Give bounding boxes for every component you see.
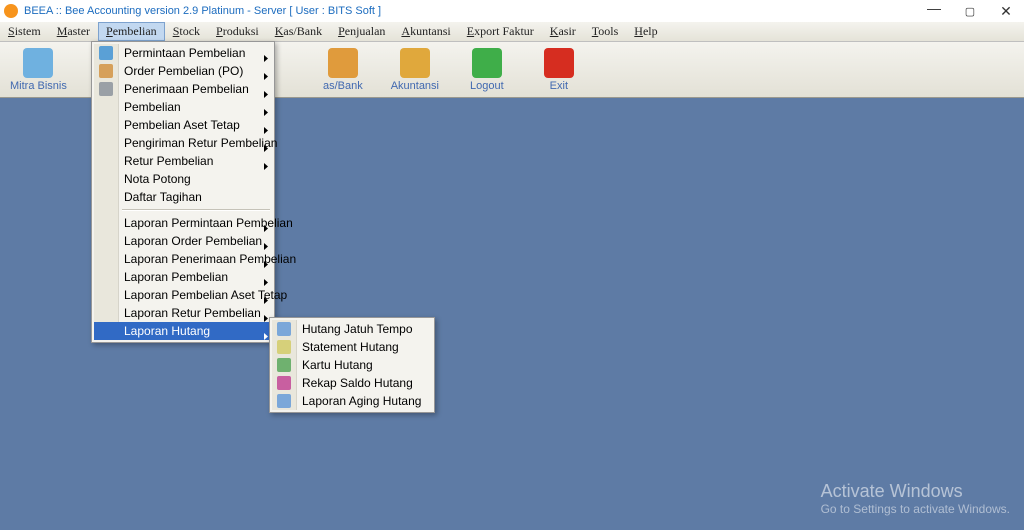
menu-item-retur-pembelian[interactable]: Retur Pembelian xyxy=(94,152,272,170)
submenu-arrow-icon xyxy=(264,67,268,74)
menu-stock[interactable]: Stock xyxy=(165,22,208,41)
submenu-item-laporan-aging-hutang[interactable]: Laporan Aging Hutang xyxy=(272,392,432,410)
submenu-arrow-icon xyxy=(264,327,268,334)
minimize-button[interactable]: — xyxy=(916,0,952,19)
watermark-subtitle: Go to Settings to activate Windows. xyxy=(821,502,1010,516)
submenu-arrow-icon xyxy=(264,309,268,316)
toolbar-icon xyxy=(472,48,502,78)
submenu-laporan-hutang: Hutang Jatuh TempoStatement HutangKartu … xyxy=(269,317,435,413)
toolbar-item-exit[interactable]: Exit xyxy=(523,42,595,97)
menu-produksi[interactable]: Produksi xyxy=(208,22,267,41)
submenu-arrow-icon xyxy=(264,139,268,146)
menu-exportfaktur[interactable]: Export Faktur xyxy=(459,22,542,41)
menu-item-permintaan-pembelian[interactable]: Permintaan Pembelian xyxy=(94,44,272,62)
submenu-arrow-icon xyxy=(264,103,268,110)
menu-item-laporan-pembelian-aset-tetap[interactable]: Laporan Pembelian Aset Tetap xyxy=(94,286,272,304)
toolbar-item-asbank[interactable]: as/Bank xyxy=(307,42,379,97)
report-icon xyxy=(277,322,291,336)
menu-penjualan[interactable]: Penjualan xyxy=(330,22,393,41)
submenu-arrow-icon xyxy=(264,121,268,128)
close-button[interactable]: ✕ xyxy=(988,0,1024,22)
window-controls: — ▢ ✕ xyxy=(916,0,1024,22)
toolbar-label: Logout xyxy=(470,80,504,92)
toolbar-label: as/Bank xyxy=(323,80,363,92)
menu-item-pembelian[interactable]: Pembelian xyxy=(94,98,272,116)
receive-icon xyxy=(99,82,113,96)
report-icon xyxy=(277,394,291,408)
submenu-arrow-icon xyxy=(264,273,268,280)
toolbar-item-mitrabisnis[interactable]: Mitra Bisnis xyxy=(0,42,77,97)
report-icon xyxy=(277,358,291,372)
submenu-arrow-icon xyxy=(264,219,268,226)
menu-sistem[interactable]: Sistem xyxy=(0,22,49,41)
watermark-title: Activate Windows xyxy=(821,481,1010,502)
toolbar-icon xyxy=(23,48,53,78)
menu-tools[interactable]: Tools xyxy=(584,22,627,41)
report-icon xyxy=(277,340,291,354)
submenu-arrow-icon xyxy=(264,291,268,298)
doc-blue-icon xyxy=(99,46,113,60)
menu-item-laporan-retur-pembelian[interactable]: Laporan Retur Pembelian xyxy=(94,304,272,322)
submenu-arrow-icon xyxy=(264,255,268,262)
menu-item-nota-potong[interactable]: Nota Potong xyxy=(94,170,272,188)
menu-bar: SistemMasterPembelianStockProduksiKas/Ba… xyxy=(0,22,1024,42)
menu-item-order-pembelian--po-[interactable]: Order Pembelian (PO) xyxy=(94,62,272,80)
toolbar-icon xyxy=(328,48,358,78)
submenu-arrow-icon xyxy=(264,49,268,56)
menu-separator xyxy=(122,209,270,211)
app-window: BEEA :: Bee Accounting version 2.9 Plati… xyxy=(0,0,1024,530)
submenu-arrow-icon xyxy=(264,157,268,164)
menu-pembelian-dropdown: Permintaan PembelianOrder Pembelian (PO)… xyxy=(91,41,275,343)
menu-item-pengiriman-retur-pembelian[interactable]: Pengiriman Retur Pembelian xyxy=(94,134,272,152)
menu-item-laporan-order-pembelian[interactable]: Laporan Order Pembelian xyxy=(94,232,272,250)
toolbar-icon xyxy=(544,48,574,78)
submenu-item-rekap-saldo-hutang[interactable]: Rekap Saldo Hutang xyxy=(272,374,432,392)
menu-item-penerimaan-pembelian[interactable]: Penerimaan Pembelian xyxy=(94,80,272,98)
menu-item-laporan-permintaan-pembelian[interactable]: Laporan Permintaan Pembelian xyxy=(94,214,272,232)
submenu-item-hutang-jatuh-tempo[interactable]: Hutang Jatuh Tempo xyxy=(272,320,432,338)
toolbar-label: Exit xyxy=(550,80,568,92)
menu-item-laporan-pembelian[interactable]: Laporan Pembelian xyxy=(94,268,272,286)
window-title: BEEA :: Bee Accounting version 2.9 Plati… xyxy=(24,5,381,17)
menu-item-laporan-hutang[interactable]: Laporan Hutang xyxy=(94,322,272,340)
toolbar-label: Akuntansi xyxy=(391,80,439,92)
menu-item-daftar-tagihan[interactable]: Daftar Tagihan xyxy=(94,188,272,206)
menu-item-pembelian-aset-tetap[interactable]: Pembelian Aset Tetap xyxy=(94,116,272,134)
submenu-arrow-icon xyxy=(264,85,268,92)
toolbar-label: Mitra Bisnis xyxy=(10,80,67,92)
maximize-button[interactable]: ▢ xyxy=(952,0,988,22)
toolbar-item-akuntansi[interactable]: Akuntansi xyxy=(379,42,451,97)
report-icon xyxy=(277,376,291,390)
pencil-icon xyxy=(99,64,113,78)
menu-help[interactable]: Help xyxy=(626,22,665,41)
submenu-item-kartu-hutang[interactable]: Kartu Hutang xyxy=(272,356,432,374)
title-bar: BEEA :: Bee Accounting version 2.9 Plati… xyxy=(0,0,1024,22)
menu-item-laporan-penerimaan-pembelian[interactable]: Laporan Penerimaan Pembelian xyxy=(94,250,272,268)
menu-akuntansi[interactable]: Akuntansi xyxy=(393,22,458,41)
menu-kasir[interactable]: Kasir xyxy=(542,22,584,41)
menu-kasbank[interactable]: Kas/Bank xyxy=(267,22,330,41)
submenu-item-statement-hutang[interactable]: Statement Hutang xyxy=(272,338,432,356)
windows-activation-watermark: Activate Windows Go to Settings to activ… xyxy=(821,481,1010,516)
toolbar-icon xyxy=(400,48,430,78)
menu-master[interactable]: Master xyxy=(49,22,98,41)
app-logo-icon xyxy=(4,4,18,18)
menu-pembelian[interactable]: Pembelian xyxy=(98,22,165,41)
toolbar-item-logout[interactable]: Logout xyxy=(451,42,523,97)
submenu-arrow-icon xyxy=(264,237,268,244)
